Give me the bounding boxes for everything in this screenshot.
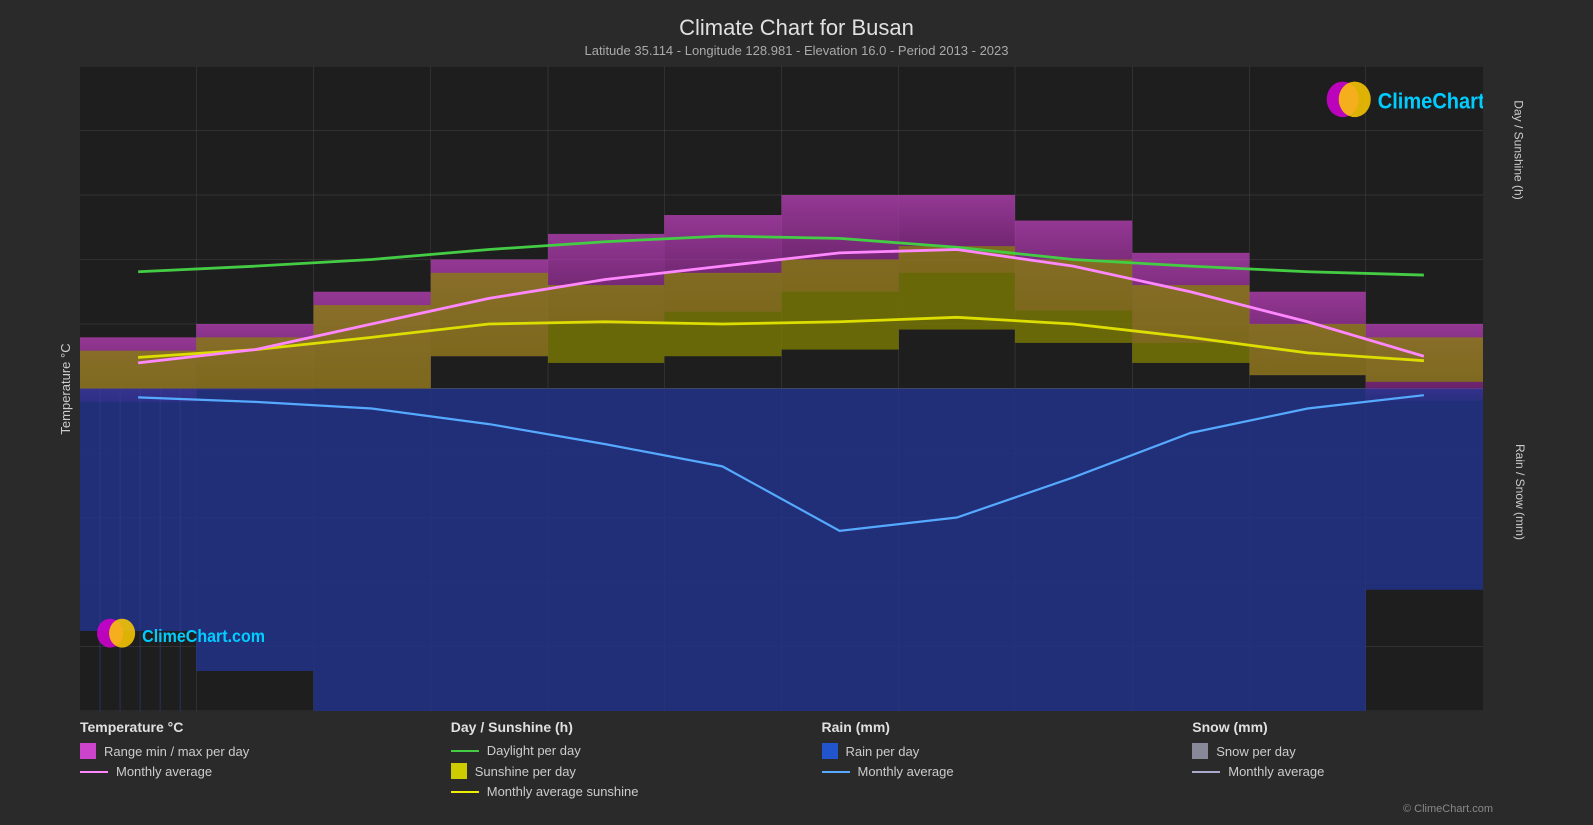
legend-daylight-swatch (451, 750, 479, 752)
chart-area: Temperature °C (20, 66, 1573, 711)
legend-rain-avg-label: Monthly average (858, 764, 954, 779)
legend-temp-range-swatch (80, 743, 96, 759)
legend-rain-title: Rain (mm) (822, 719, 1193, 735)
legend-sunshine-bar: Sunshine per day (451, 763, 822, 779)
legend-daylight: Daylight per day (451, 743, 822, 758)
legend-sunshine-bar-label: Sunshine per day (475, 764, 576, 779)
legend-rain-avg-swatch (822, 771, 850, 773)
legend-snow-swatch (1192, 743, 1208, 759)
legend-sunshine-title: Day / Sunshine (h) (451, 719, 822, 735)
legend-temp-range-label: Range min / max per day (104, 744, 249, 759)
legend-temp-title: Temperature °C (80, 719, 451, 735)
legend-daylight-label: Daylight per day (487, 743, 581, 758)
legend-rain-bar: Rain per day (822, 743, 1193, 759)
legend-sunshine-avg: Monthly average sunshine (451, 784, 822, 799)
legend-sunshine: Day / Sunshine (h) Daylight per day Suns… (451, 719, 822, 799)
legend-snow-bar-label: Snow per day (1216, 744, 1296, 759)
legend-rain-bar-label: Rain per day (846, 744, 920, 759)
legend-rain: Rain (mm) Rain per day Monthly average (822, 719, 1193, 799)
y-axis-right-rain-label: Rain / Snow (mm) (1513, 444, 1527, 540)
chart-subtitle: Latitude 35.114 - Longitude 128.981 - El… (20, 43, 1573, 58)
legend-rain-avg: Monthly average (822, 764, 1193, 779)
y-axis-left-label: Temperature °C (58, 343, 73, 434)
legend-sunshine-avg-label: Monthly average sunshine (487, 784, 639, 799)
legend-area: Temperature °C Range min / max per day M… (20, 711, 1573, 801)
legend-rain-swatch (822, 743, 838, 759)
legend-snow-avg-label: Monthly average (1228, 764, 1324, 779)
legend-snow-bar: Snow per day (1192, 743, 1563, 759)
legend-temp-avg-label: Monthly average (116, 764, 212, 779)
legend-snow-avg-swatch (1192, 771, 1220, 773)
legend-sunshine-swatch (451, 763, 467, 779)
legend-temp-avg: Monthly average (80, 764, 451, 779)
y-axis-right-sunshine-label: Day / Sunshine (h) (1511, 101, 1525, 200)
chart-svg: 50 40 30 20 10 0 -10 -20 -30 -40 -50 24 … (80, 66, 1483, 711)
header: Climate Chart for Busan Latitude 35.114 … (20, 10, 1573, 61)
svg-text:ClimeChart.com: ClimeChart.com (142, 626, 265, 646)
chart-title: Climate Chart for Busan (20, 15, 1573, 41)
main-container: Climate Chart for Busan Latitude 35.114 … (0, 0, 1593, 825)
copyright: © ClimeChart.com (20, 803, 1573, 815)
svg-text:ClimeChart.com: ClimeChart.com (1378, 89, 1483, 113)
legend-temperature: Temperature °C Range min / max per day M… (80, 719, 451, 799)
legend-temp-avg-swatch (80, 771, 108, 773)
legend-sunshine-avg-swatch (451, 791, 479, 793)
legend-temp-range: Range min / max per day (80, 743, 451, 759)
legend-snow: Snow (mm) Snow per day Monthly average (1192, 719, 1563, 799)
legend-snow-title: Snow (mm) (1192, 719, 1563, 735)
legend-snow-avg: Monthly average (1192, 764, 1563, 779)
